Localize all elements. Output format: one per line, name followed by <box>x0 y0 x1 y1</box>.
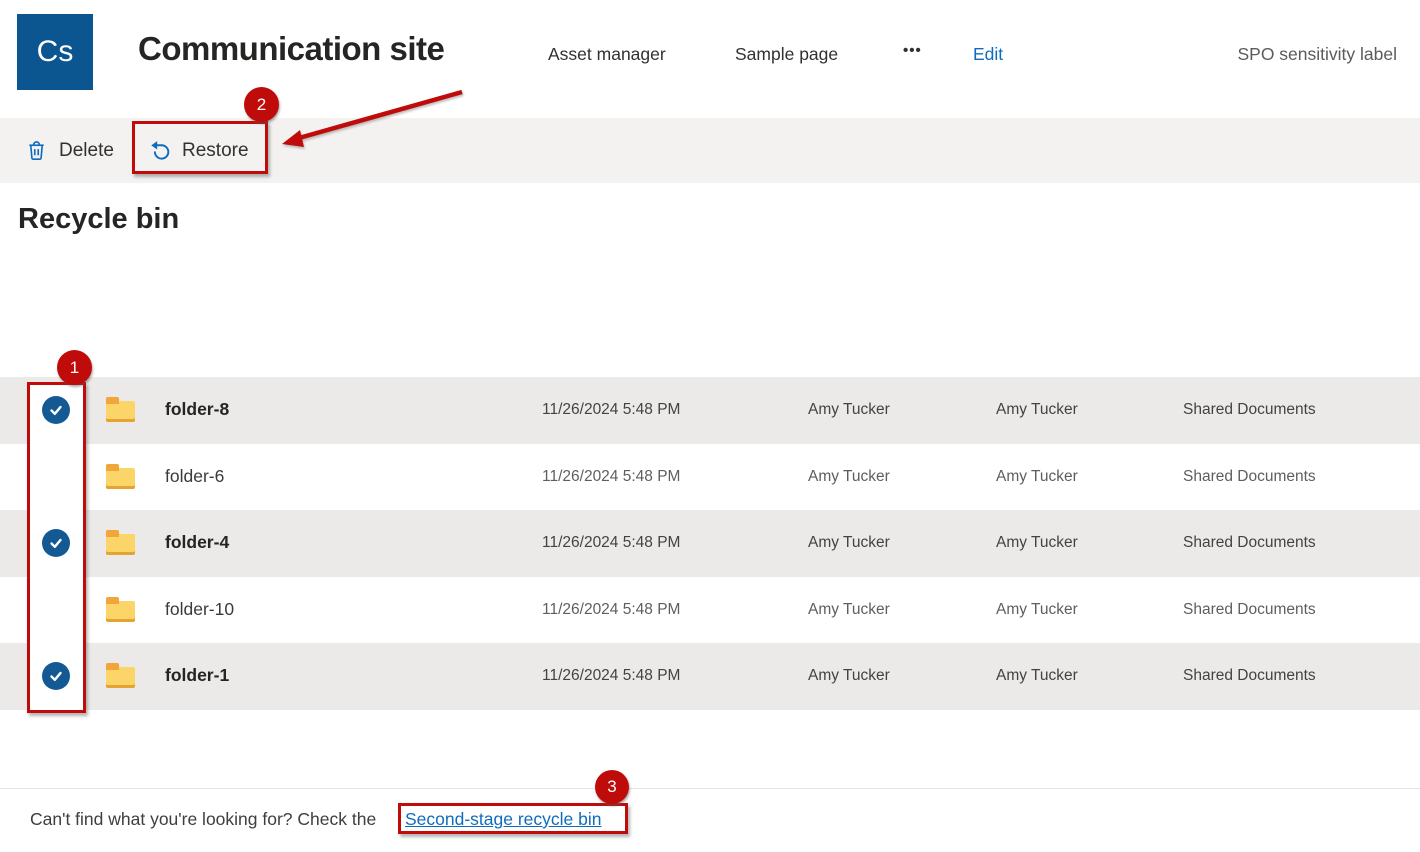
row-name[interactable]: folder-6 <box>165 466 224 487</box>
table-row[interactable]: folder-6 11/26/2024 5:48 PM Amy Tucker A… <box>0 444 1420 511</box>
footer-divider <box>0 788 1420 789</box>
row-selected-checkbox[interactable] <box>42 396 70 424</box>
folder-icon <box>106 401 135 422</box>
row-selected-checkbox[interactable] <box>42 662 70 690</box>
nav-edit-link[interactable]: Edit <box>973 44 1003 65</box>
table-row[interactable]: folder-10 11/26/2024 5:48 PM Amy Tucker … <box>0 577 1420 644</box>
annotation-badge-1: 1 <box>57 350 92 385</box>
row-deleted-by: Amy Tucker <box>808 534 890 552</box>
row-created-by: Amy Tucker <box>996 534 1078 552</box>
row-original-location: Shared Documents <box>1183 667 1316 685</box>
row-date-deleted: 11/26/2024 5:48 PM <box>542 401 680 419</box>
page-title: Recycle bin <box>18 203 179 236</box>
annotation-box-restore <box>132 121 268 174</box>
site-title: Communication site <box>138 30 444 68</box>
row-created-by: Amy Tucker <box>996 401 1078 419</box>
nav-sample-page[interactable]: Sample page <box>735 44 838 65</box>
row-original-location: Shared Documents <box>1183 534 1316 552</box>
row-original-location: Shared Documents <box>1183 468 1316 486</box>
row-date-deleted: 11/26/2024 5:48 PM <box>542 667 680 685</box>
delete-button[interactable]: Delete <box>25 118 114 183</box>
trash-icon <box>25 139 48 162</box>
folder-icon <box>106 468 135 489</box>
row-created-by: Amy Tucker <box>996 601 1078 619</box>
row-original-location: Shared Documents <box>1183 601 1316 619</box>
row-deleted-by: Amy Tucker <box>808 667 890 685</box>
second-stage-recycle-bin-link[interactable]: Second-stage recycle bin <box>405 809 602 830</box>
folder-icon <box>106 667 135 688</box>
annotation-badge-3: 3 <box>595 770 629 804</box>
row-name[interactable]: folder-4 <box>165 532 229 553</box>
recycle-bin-page: Cs Communication site Asset manager Samp… <box>0 0 1420 852</box>
row-created-by: Amy Tucker <box>996 667 1078 685</box>
row-deleted-by: Amy Tucker <box>808 468 890 486</box>
nav-overflow-ellipsis-icon[interactable]: ••• <box>903 42 922 59</box>
site-logo[interactable]: Cs <box>17 14 93 90</box>
table-row[interactable]: folder-4 11/26/2024 5:48 PM Amy Tucker A… <box>0 510 1420 577</box>
row-date-deleted: 11/26/2024 5:48 PM <box>542 601 680 619</box>
nav-asset-manager[interactable]: Asset manager <box>548 44 666 65</box>
annotation-badge-2: 2 <box>244 87 279 122</box>
row-name[interactable]: folder-1 <box>165 665 229 686</box>
row-deleted-by: Amy Tucker <box>808 401 890 419</box>
folder-icon <box>106 601 135 622</box>
row-date-deleted: 11/26/2024 5:48 PM <box>542 534 680 552</box>
table-body: folder-8 11/26/2024 5:48 PM Amy Tucker A… <box>0 377 1420 710</box>
row-name[interactable]: folder-8 <box>165 399 229 420</box>
row-date-deleted: 11/26/2024 5:48 PM <box>542 468 680 486</box>
row-created-by: Amy Tucker <box>996 468 1078 486</box>
annotation-arrow <box>272 82 472 157</box>
row-deleted-by: Amy Tucker <box>808 601 890 619</box>
footer-hint-text: Can't find what you're looking for? Chec… <box>30 809 376 830</box>
delete-button-label: Delete <box>59 140 114 162</box>
row-selected-checkbox[interactable] <box>42 529 70 557</box>
table-header: Name Date deleted↓ Deleted by Created by… <box>0 318 1420 377</box>
row-original-location: Shared Documents <box>1183 401 1316 419</box>
folder-icon <box>106 534 135 555</box>
table-row[interactable]: folder-8 11/26/2024 5:48 PM Amy Tucker A… <box>0 377 1420 444</box>
sensitivity-label: SPO sensitivity label <box>1237 44 1397 65</box>
row-name[interactable]: folder-10 <box>165 599 234 620</box>
table-row[interactable]: folder-1 11/26/2024 5:48 PM Amy Tucker A… <box>0 643 1420 710</box>
